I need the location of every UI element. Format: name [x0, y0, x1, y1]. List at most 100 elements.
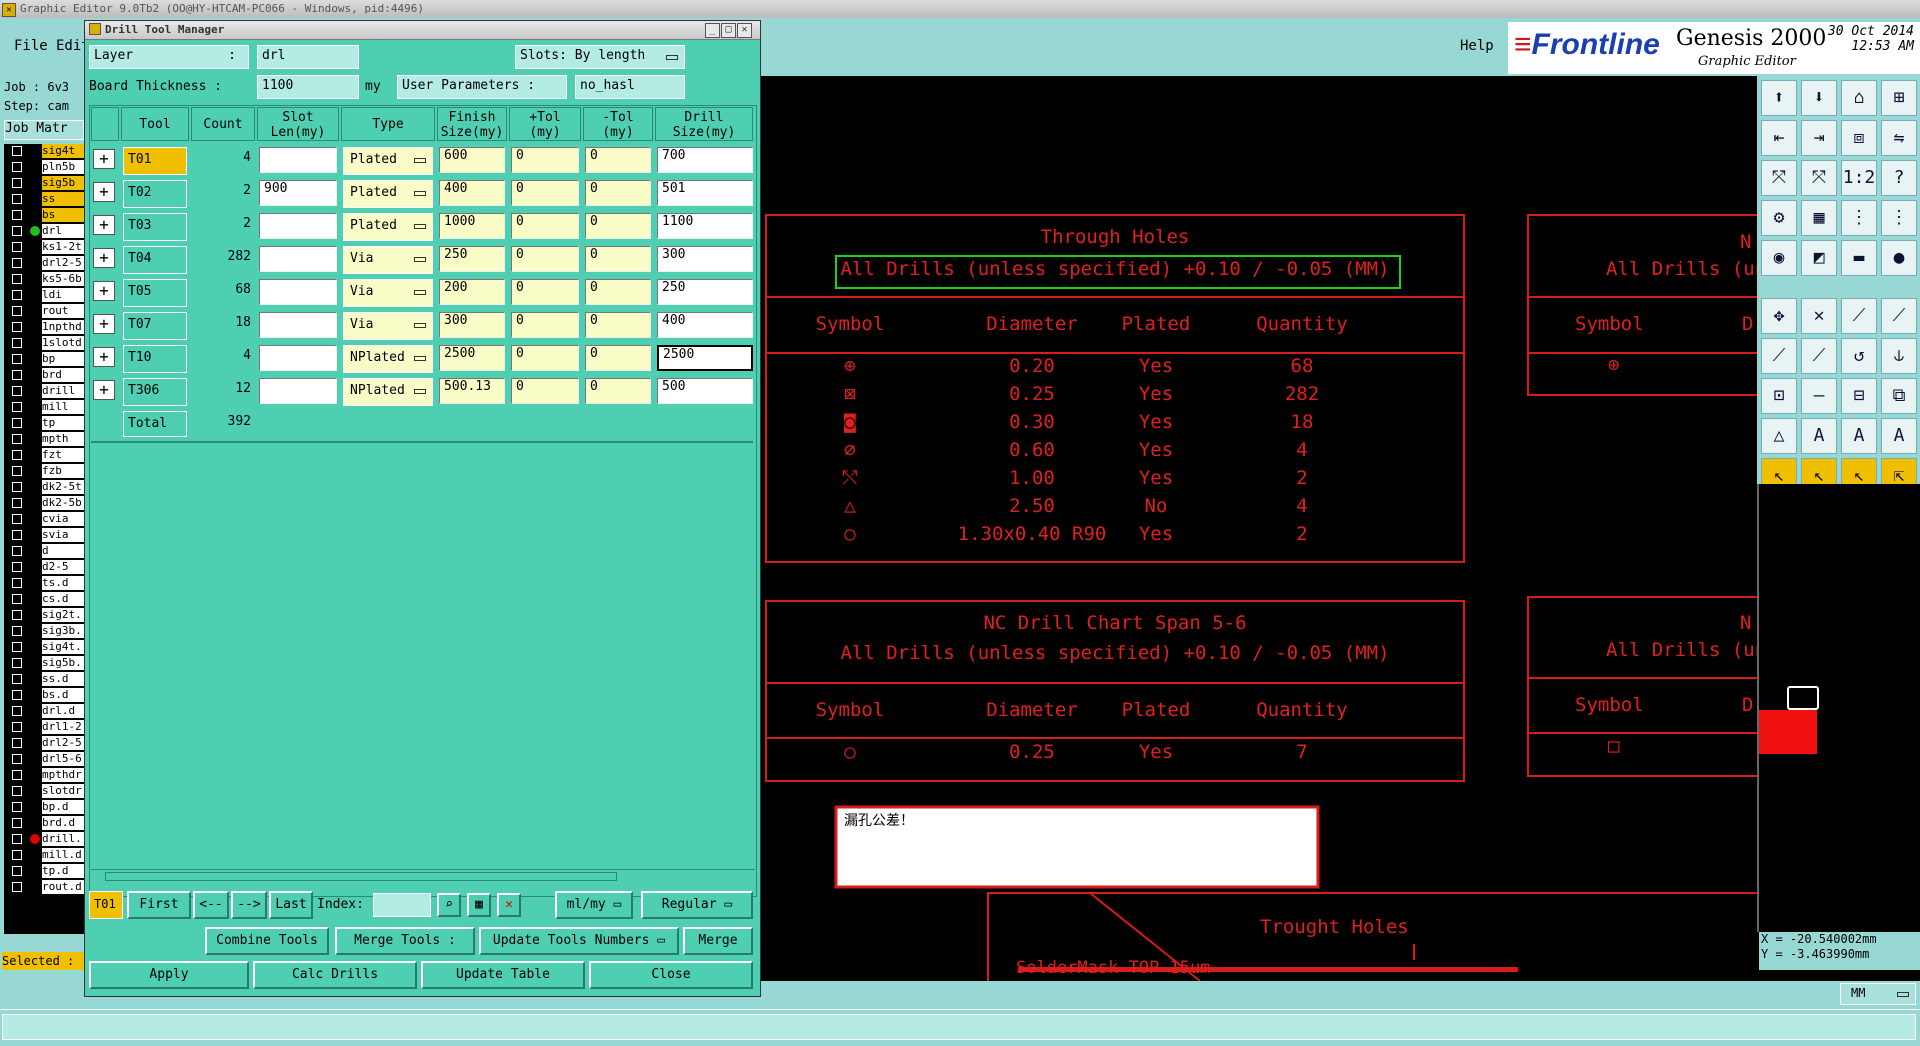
- layer-checkbox[interactable]: [12, 802, 22, 812]
- circle-icon[interactable]: ◉: [1761, 240, 1797, 276]
- layer-checkbox[interactable]: [12, 834, 22, 844]
- maximize-icon[interactable]: □: [721, 23, 736, 38]
- layer-row[interactable]: d2-5: [4, 560, 86, 574]
- layer-row[interactable]: brd.d: [4, 816, 86, 830]
- gear-icon[interactable]: ⚙: [1761, 200, 1797, 236]
- row-expand-icon[interactable]: +: [93, 215, 115, 235]
- layer-checkbox[interactable]: [12, 402, 22, 412]
- delete-icon[interactable]: ✕: [1801, 298, 1837, 334]
- drill-size-field[interactable]: 500: [657, 378, 753, 404]
- layer-checkbox[interactable]: [12, 850, 22, 860]
- layer-row[interactable]: sig5b.: [4, 656, 86, 670]
- layer-row[interactable]: 1npthd: [4, 320, 86, 334]
- units-selector[interactable]: MM: [1840, 983, 1916, 1005]
- slots-selector[interactable]: Slots: By length: [515, 45, 685, 69]
- tool-name[interactable]: T05: [123, 279, 187, 307]
- mode-dropdown[interactable]: Regular ▭: [641, 891, 753, 919]
- layer-row[interactable]: ks1-2t: [4, 240, 86, 254]
- tool-name[interactable]: T03: [123, 213, 187, 241]
- layer-checkbox[interactable]: [12, 498, 22, 508]
- grid-icon[interactable]: ⊞: [1881, 80, 1917, 116]
- grid-icon[interactable]: ▦: [467, 893, 491, 917]
- swap-icon[interactable]: ⇋: [1881, 120, 1917, 156]
- update-table-button[interactable]: Update Table: [421, 961, 585, 989]
- layer-row[interactable]: fzb: [4, 464, 86, 478]
- shape-icon[interactable]: ◩: [1801, 240, 1837, 276]
- layer-checkbox[interactable]: [12, 194, 22, 204]
- row-expand-icon[interactable]: +: [93, 314, 115, 334]
- layer-checkbox[interactable]: [12, 578, 22, 588]
- layer-checkbox[interactable]: [12, 706, 22, 716]
- mtol-field[interactable]: 0: [585, 147, 651, 173]
- finish-field[interactable]: 1000: [439, 213, 505, 239]
- tool-name[interactable]: T01: [123, 147, 187, 175]
- index-field[interactable]: [373, 893, 431, 917]
- menu-help[interactable]: Help: [1460, 38, 1494, 54]
- next-button[interactable]: -->: [231, 891, 267, 919]
- slot-length-field[interactable]: [259, 213, 337, 239]
- layer-row[interactable]: mpth: [4, 432, 86, 446]
- layer-checkbox[interactable]: [12, 562, 22, 572]
- mirror-icon[interactable]: ⫝: [1881, 338, 1917, 374]
- fit-icon[interactable]: ⧈: [1841, 120, 1877, 156]
- view-rect[interactable]: [1787, 686, 1819, 710]
- ptol-field[interactable]: 0: [511, 312, 579, 338]
- layer-checkbox[interactable]: [12, 754, 22, 764]
- layer-checkbox[interactable]: [12, 274, 22, 284]
- layer-checkbox[interactable]: [12, 594, 22, 604]
- layer-checkbox[interactable]: [12, 226, 22, 236]
- split-icon[interactable]: ⊟: [1841, 378, 1877, 414]
- slot-length-field[interactable]: [259, 345, 337, 371]
- first-button[interactable]: First: [127, 891, 191, 919]
- layer-row[interactable]: sig5b: [4, 176, 86, 190]
- layer-row[interactable]: bs.d: [4, 688, 86, 702]
- layer-checkbox[interactable]: [12, 162, 22, 172]
- layer-checkbox[interactable]: [12, 338, 22, 348]
- layer-row[interactable]: drl.d: [4, 704, 86, 718]
- row-expand-icon[interactable]: +: [93, 182, 115, 202]
- finish-field[interactable]: 400: [439, 180, 505, 206]
- layer-checkbox[interactable]: [12, 418, 22, 428]
- layer-checkbox[interactable]: [12, 242, 22, 252]
- type-dropdown[interactable]: Via: [343, 312, 433, 340]
- layer-row[interactable]: pln5b: [4, 160, 86, 174]
- layer-row[interactable]: sig4t.: [4, 640, 86, 654]
- ptol-field[interactable]: 0: [511, 246, 579, 272]
- slot-length-field[interactable]: 900: [259, 180, 337, 206]
- finish-field[interactable]: 500.13: [439, 378, 505, 404]
- rotate-icon[interactable]: ↺: [1841, 338, 1877, 374]
- type-dropdown[interactable]: NPlated: [343, 378, 433, 406]
- layer-row[interactable]: d: [4, 544, 86, 558]
- row-expand-icon[interactable]: +: [93, 380, 115, 400]
- finish-field[interactable]: 250: [439, 246, 505, 272]
- ptol-field[interactable]: 0: [511, 180, 579, 206]
- bars2-icon[interactable]: ⋮: [1881, 200, 1917, 236]
- horizontal-scrollbar[interactable]: [91, 869, 755, 882]
- layer-row[interactable]: sig3b.: [4, 624, 86, 638]
- layer-row[interactable]: bp.d: [4, 800, 86, 814]
- layer-row[interactable]: mpthdr: [4, 768, 86, 782]
- row-expand-icon[interactable]: +: [93, 149, 115, 169]
- layer-checkbox[interactable]: [12, 818, 22, 828]
- layer-list[interactable]: sig4t pln5b sig5b ss bs drl ks1-2t drl2-5 ks5-6b…: [4, 144, 86, 934]
- mtol-field[interactable]: 0: [585, 180, 651, 206]
- delete-icon[interactable]: ✕: [497, 893, 521, 917]
- tool-name[interactable]: T07: [123, 312, 187, 340]
- layer-row[interactable]: sig2t.: [4, 608, 86, 622]
- layer-row[interactable]: ss: [4, 192, 86, 206]
- layer-checkbox[interactable]: [12, 450, 22, 460]
- layer-row[interactable]: tp.d: [4, 864, 86, 878]
- merge-button[interactable]: Merge: [683, 927, 753, 955]
- layer-row[interactable]: drl1-2: [4, 720, 86, 734]
- ptol-field[interactable]: 0: [511, 147, 579, 173]
- close-button[interactable]: Close: [589, 961, 753, 989]
- mtol-field[interactable]: 0: [585, 246, 651, 272]
- layer-row[interactable]: bs: [4, 208, 86, 222]
- apply-button[interactable]: Apply: [89, 961, 249, 989]
- scale-icon[interactable]: 1:2: [1841, 160, 1877, 196]
- layer-row[interactable]: slotdr: [4, 784, 86, 798]
- update-tools-numbers-dropdown[interactable]: Update Tools Numbers ▭: [479, 927, 679, 955]
- menu-file[interactable]: File: [14, 38, 48, 54]
- layer-checkbox[interactable]: [12, 626, 22, 636]
- slot-length-field[interactable]: [259, 147, 337, 173]
